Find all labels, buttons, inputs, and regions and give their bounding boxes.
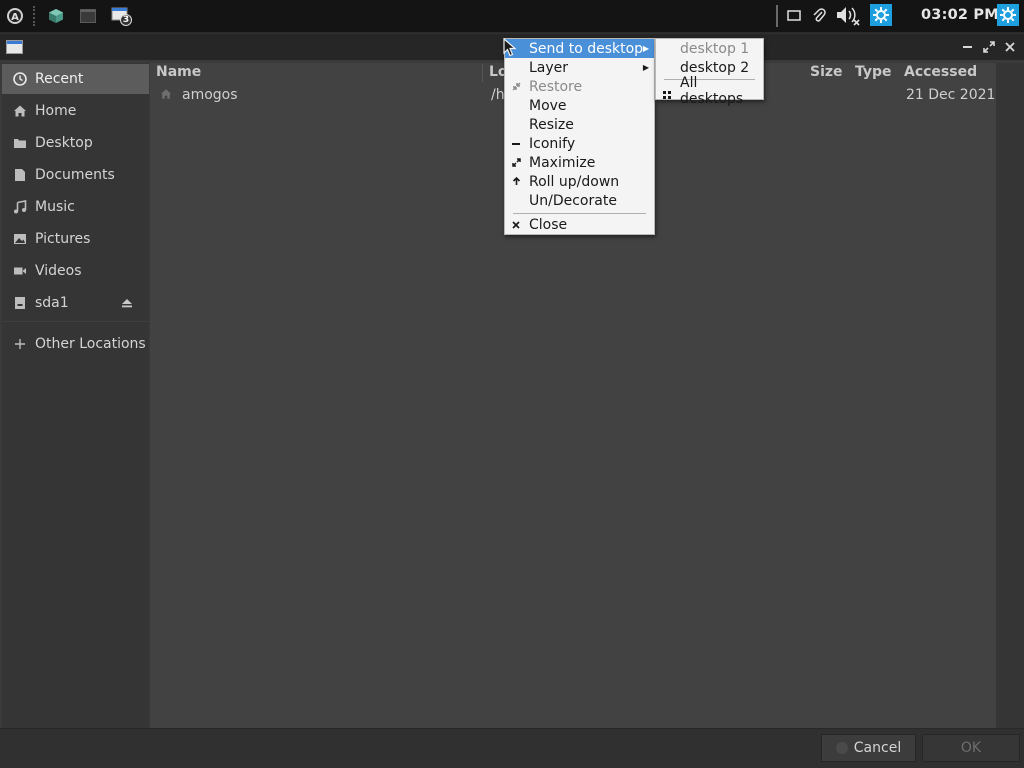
restore-icon xyxy=(511,82,521,92)
settings-icon[interactable] xyxy=(870,4,892,26)
plus-icon xyxy=(12,336,28,352)
tray-separator xyxy=(776,5,778,27)
iconify-icon xyxy=(511,139,521,149)
menu-item-close[interactable]: Close xyxy=(505,215,654,234)
sidebar-item-label: Home xyxy=(35,103,77,119)
picture-icon xyxy=(12,231,28,247)
sidebar-item-label: Other Locations xyxy=(35,336,146,352)
music-icon xyxy=(12,199,28,215)
menu-item-layer[interactable]: Layer ▶ xyxy=(505,58,654,77)
mouse-cursor-icon xyxy=(503,37,517,58)
cancel-icon xyxy=(835,742,848,754)
sidebar-item-label: Videos xyxy=(35,263,82,279)
sidebar-item-label: Recent xyxy=(35,71,84,87)
maximize-icon xyxy=(511,158,521,168)
column-header-accessed[interactable]: Accessed xyxy=(904,64,977,80)
sidebar-item-label: Desktop xyxy=(35,135,93,151)
submenu-item-all-desktops[interactable]: All desktops xyxy=(656,75,763,107)
taskbar-separator xyxy=(33,6,35,26)
screen-icon[interactable] xyxy=(785,5,803,27)
close-icon xyxy=(511,220,521,230)
sidebar-item-home[interactable]: Home xyxy=(2,96,149,126)
sidebar-item-pictures[interactable]: Pictures xyxy=(2,224,149,254)
submenu-arrow-icon: ▶ xyxy=(642,63,649,72)
ok-button-label: OK xyxy=(960,740,982,756)
menu-separator xyxy=(513,213,646,214)
cancel-button-label: Cancel xyxy=(853,740,902,756)
eject-icon[interactable] xyxy=(121,297,133,309)
home-icon xyxy=(160,88,172,100)
all-desktops-icon xyxy=(663,87,671,99)
submenu-item-desktop-1[interactable]: desktop 1 xyxy=(656,39,763,58)
maximize-icon[interactable] xyxy=(983,41,995,53)
window-context-menu: Send to desktop ▶ Layer ▶ Restore Move R… xyxy=(504,38,655,235)
sidebar-item-label: Pictures xyxy=(35,231,91,247)
close-icon[interactable] xyxy=(1004,41,1016,53)
menu-item-undecorate[interactable]: Un/Decorate xyxy=(505,191,654,210)
scrollbar-track[interactable] xyxy=(996,63,1024,728)
sidebar-item-desktop[interactable]: Desktop xyxy=(2,128,149,158)
arrow-up-icon xyxy=(511,177,521,187)
app-menu-icon[interactable]: A xyxy=(4,5,26,27)
menu-item-roll-up-down[interactable]: Roll up/down xyxy=(505,172,654,191)
sidebar-item-music[interactable]: Music xyxy=(2,192,149,222)
sidebar-item-sda1[interactable]: sda1 xyxy=(2,288,149,318)
desktop-folder-icon xyxy=(12,135,28,151)
sidebar-item-documents[interactable]: Documents xyxy=(2,160,149,190)
column-header-size[interactable]: Size xyxy=(810,64,843,80)
video-icon xyxy=(12,263,28,279)
settings-icon[interactable] xyxy=(997,4,1019,26)
home-icon xyxy=(12,103,28,119)
file-location: /h xyxy=(491,87,505,103)
document-icon xyxy=(12,167,28,183)
svg-text:A: A xyxy=(11,12,19,23)
sidebar-item-label: Documents xyxy=(35,167,115,183)
window-count-badge: 3 xyxy=(122,15,130,25)
file-accessed: 21 Dec 2021 xyxy=(906,87,996,103)
submenu-arrow-icon: ▶ xyxy=(642,44,649,53)
clock[interactable]: 03:02 PM xyxy=(921,7,999,23)
minimize-icon[interactable] xyxy=(963,46,972,48)
column-divider xyxy=(482,64,483,82)
menu-item-move[interactable]: Move xyxy=(505,96,654,115)
column-header-type[interactable]: Type xyxy=(855,64,892,80)
sidebar-item-other-locations[interactable]: Other Locations xyxy=(2,329,149,359)
menu-item-send-to-desktop[interactable]: Send to desktop ▶ xyxy=(505,39,654,58)
column-header-name[interactable]: Name xyxy=(156,64,201,80)
volume-muted-icon[interactable] xyxy=(834,5,862,27)
clock-icon xyxy=(12,71,28,87)
send-to-desktop-submenu: desktop 1 desktop 2 All desktops xyxy=(655,38,764,107)
terminal-icon[interactable] xyxy=(78,5,98,27)
paperclip-icon[interactable] xyxy=(809,5,829,27)
menu-item-resize[interactable]: Resize xyxy=(505,115,654,134)
sidebar-divider xyxy=(2,321,149,322)
menu-item-maximize[interactable]: Maximize xyxy=(505,153,654,172)
file-name: amogos xyxy=(182,87,238,103)
sidebar-item-label: Music xyxy=(35,199,75,215)
drive-icon xyxy=(12,295,28,311)
cancel-button[interactable]: Cancel xyxy=(821,734,916,762)
sidebar-item-label: sda1 xyxy=(35,295,69,311)
menu-item-restore[interactable]: Restore xyxy=(505,77,654,96)
sidebar-item-recent[interactable]: Recent xyxy=(2,64,149,94)
menu-item-iconify[interactable]: Iconify xyxy=(505,134,654,153)
ok-button[interactable]: OK xyxy=(922,734,1020,762)
cube-icon[interactable] xyxy=(46,5,66,27)
sidebar-item-videos[interactable]: Videos xyxy=(2,256,149,286)
window-icon[interactable] xyxy=(6,40,23,54)
taskbar: A 3 03:02 PM xyxy=(0,0,1024,33)
